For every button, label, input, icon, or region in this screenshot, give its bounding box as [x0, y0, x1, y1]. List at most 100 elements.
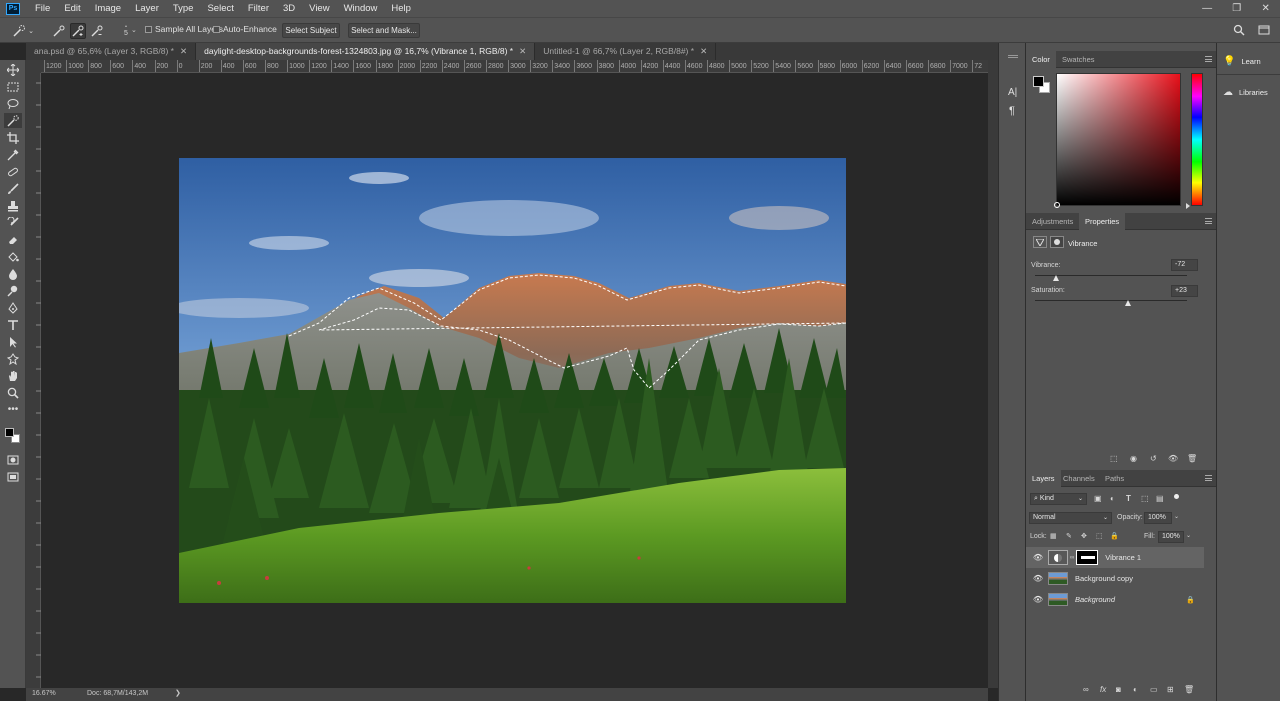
- dodge-tool[interactable]: [4, 283, 22, 298]
- reset-icon[interactable]: ↺: [1150, 454, 1157, 463]
- restore-icon[interactable]: ❐: [1232, 3, 1241, 14]
- character-panel-icon[interactable]: A|: [1008, 87, 1017, 98]
- fill-field[interactable]: 100%: [1158, 531, 1184, 543]
- close-icon[interactable]: ✕: [700, 43, 707, 60]
- filter-toggle-icon[interactable]: [1174, 494, 1179, 499]
- libraries-button[interactable]: ☁ Libraries: [1223, 87, 1268, 98]
- tab-paths[interactable]: Paths: [1099, 470, 1130, 487]
- add-mask-icon[interactable]: ◙: [1116, 685, 1121, 694]
- close-icon[interactable]: ✕: [519, 43, 526, 60]
- panel-menu-icon[interactable]: [1205, 475, 1212, 481]
- new-layer-icon[interactable]: ⊞: [1167, 685, 1174, 694]
- color-picker-marker[interactable]: [1054, 202, 1060, 208]
- close-icon[interactable]: ✕: [1261, 3, 1269, 14]
- lock-all-icon[interactable]: 🔒: [1110, 532, 1119, 540]
- ruler-origin[interactable]: [26, 60, 41, 73]
- status-menu-arrow[interactable]: ❯: [175, 689, 181, 697]
- panel-menu-icon[interactable]: [1205, 56, 1212, 62]
- new-group-icon[interactable]: ▭: [1150, 685, 1158, 694]
- minimize-icon[interactable]: —: [1202, 3, 1212, 14]
- layer-filter-select[interactable]: ⌕ Kind ⌄: [1030, 493, 1087, 505]
- tab-ana[interactable]: ana.psd @ 65,6% (Layer 3, RGB/8) * ✕: [26, 43, 197, 60]
- vibrance-slider-thumb[interactable]: [1053, 275, 1060, 281]
- zoom-level[interactable]: 16.67%: [32, 690, 56, 697]
- quick-selection-tool[interactable]: [4, 113, 22, 128]
- healing-brush-tool[interactable]: [4, 164, 22, 179]
- tab-adjustments[interactable]: Adjustments: [1026, 213, 1079, 230]
- foreground-color-swatch[interactable]: [1033, 76, 1044, 87]
- sample-all-layers-checkbox[interactable]: [145, 26, 152, 33]
- filter-pixel-icon[interactable]: ▣: [1094, 494, 1102, 503]
- layer-mask-icon[interactable]: [1050, 236, 1064, 248]
- layer-name[interactable]: Vibrance 1: [1105, 553, 1141, 562]
- tool-preset-picker[interactable]: ⌄: [8, 23, 38, 39]
- more-tools-button[interactable]: •••: [4, 402, 22, 417]
- layer-row-background-copy[interactable]: 👁 Background copy: [1026, 568, 1204, 589]
- chevron-down-icon[interactable]: ⌄: [1174, 513, 1179, 520]
- foreground-color-swatch[interactable]: [5, 428, 14, 437]
- menu-file[interactable]: File: [28, 0, 57, 17]
- tab-daylight-forest[interactable]: daylight-desktop-backgrounds-forest-1324…: [196, 43, 536, 60]
- add-to-selection-button[interactable]: [70, 23, 86, 39]
- type-tool[interactable]: [4, 317, 22, 332]
- new-adjustment-icon[interactable]: ◐: [1133, 685, 1138, 694]
- saturation-value-field[interactable]: +23: [1171, 285, 1198, 297]
- menu-type[interactable]: Type: [166, 0, 201, 17]
- color-panel-swatches[interactable]: [1033, 76, 1051, 94]
- visibility-eye-icon[interactable]: 👁: [1168, 454, 1178, 463]
- filter-type-icon[interactable]: T: [1126, 494, 1131, 503]
- lock-artboard-icon[interactable]: ⬚: [1096, 532, 1103, 540]
- screen-mode-button[interactable]: [4, 469, 22, 484]
- clone-stamp-tool[interactable]: [4, 198, 22, 213]
- history-brush-tool[interactable]: [4, 215, 22, 230]
- chevron-down-icon[interactable]: ⌄: [131, 26, 137, 34]
- menu-3d[interactable]: 3D: [276, 0, 302, 17]
- path-selection-tool[interactable]: [4, 334, 22, 349]
- tab-color[interactable]: Color: [1026, 51, 1056, 68]
- menu-image[interactable]: Image: [88, 0, 128, 17]
- link-layers-icon[interactable]: ∞: [1083, 685, 1089, 694]
- panel-menu-icon[interactable]: [1205, 218, 1212, 224]
- subtract-from-selection-button[interactable]: [89, 23, 105, 39]
- menu-layer[interactable]: Layer: [128, 0, 166, 17]
- tab-untitled-1[interactable]: Untitled-1 @ 66,7% (Layer 2, RGB/8#) * ✕: [535, 43, 717, 60]
- clip-to-layer-icon[interactable]: ⬚: [1110, 454, 1118, 463]
- saturation-slider-thumb[interactable]: [1125, 300, 1132, 306]
- visibility-eye-icon[interactable]: 👁: [1032, 553, 1044, 562]
- select-subject-button[interactable]: Select Subject: [282, 23, 340, 38]
- eyedropper-tool[interactable]: [4, 147, 22, 162]
- layer-mask-thumbnail[interactable]: [1076, 550, 1099, 565]
- menu-window[interactable]: Window: [337, 0, 385, 17]
- move-tool[interactable]: [4, 62, 22, 77]
- search-icon[interactable]: [1233, 24, 1245, 38]
- visibility-eye-icon[interactable]: 👁: [1032, 574, 1044, 583]
- saturation-slider-track[interactable]: [1035, 300, 1187, 301]
- new-selection-button[interactable]: [51, 23, 67, 39]
- trash-icon[interactable]: 🗑: [1184, 685, 1194, 694]
- filter-smart-object-icon[interactable]: ▤: [1156, 494, 1164, 503]
- zoom-tool[interactable]: [4, 385, 22, 400]
- learn-button[interactable]: 💡 Learn: [1223, 56, 1261, 67]
- brush-tool[interactable]: [4, 181, 22, 196]
- opacity-field[interactable]: 100%: [1144, 512, 1172, 524]
- quick-mask-button[interactable]: [4, 452, 22, 467]
- menu-filter[interactable]: Filter: [241, 0, 276, 17]
- trash-icon[interactable]: 🗑: [1187, 454, 1197, 463]
- lasso-tool[interactable]: [4, 96, 22, 111]
- layer-name[interactable]: Background: [1075, 595, 1115, 604]
- filter-adjustment-icon[interactable]: ◐: [1110, 494, 1115, 503]
- color-field[interactable]: [1054, 73, 1181, 208]
- close-icon[interactable]: ✕: [180, 43, 187, 60]
- paragraph-panel-icon[interactable]: ¶: [1009, 105, 1015, 117]
- paint-bucket-tool[interactable]: [4, 249, 22, 264]
- filter-shape-icon[interactable]: ⬚: [1141, 494, 1149, 503]
- pen-tool[interactable]: [4, 300, 22, 315]
- menu-help[interactable]: Help: [384, 0, 418, 17]
- eraser-tool[interactable]: [4, 232, 22, 247]
- select-and-mask-button[interactable]: Select and Mask...: [348, 23, 420, 38]
- blur-tool[interactable]: [4, 266, 22, 281]
- layer-row-vibrance-1[interactable]: 👁 ∞ Vibrance 1: [1026, 547, 1204, 568]
- layer-name[interactable]: Background copy: [1075, 574, 1133, 583]
- lock-transparent-icon[interactable]: ▦: [1050, 532, 1057, 540]
- tab-properties[interactable]: Properties: [1079, 213, 1126, 230]
